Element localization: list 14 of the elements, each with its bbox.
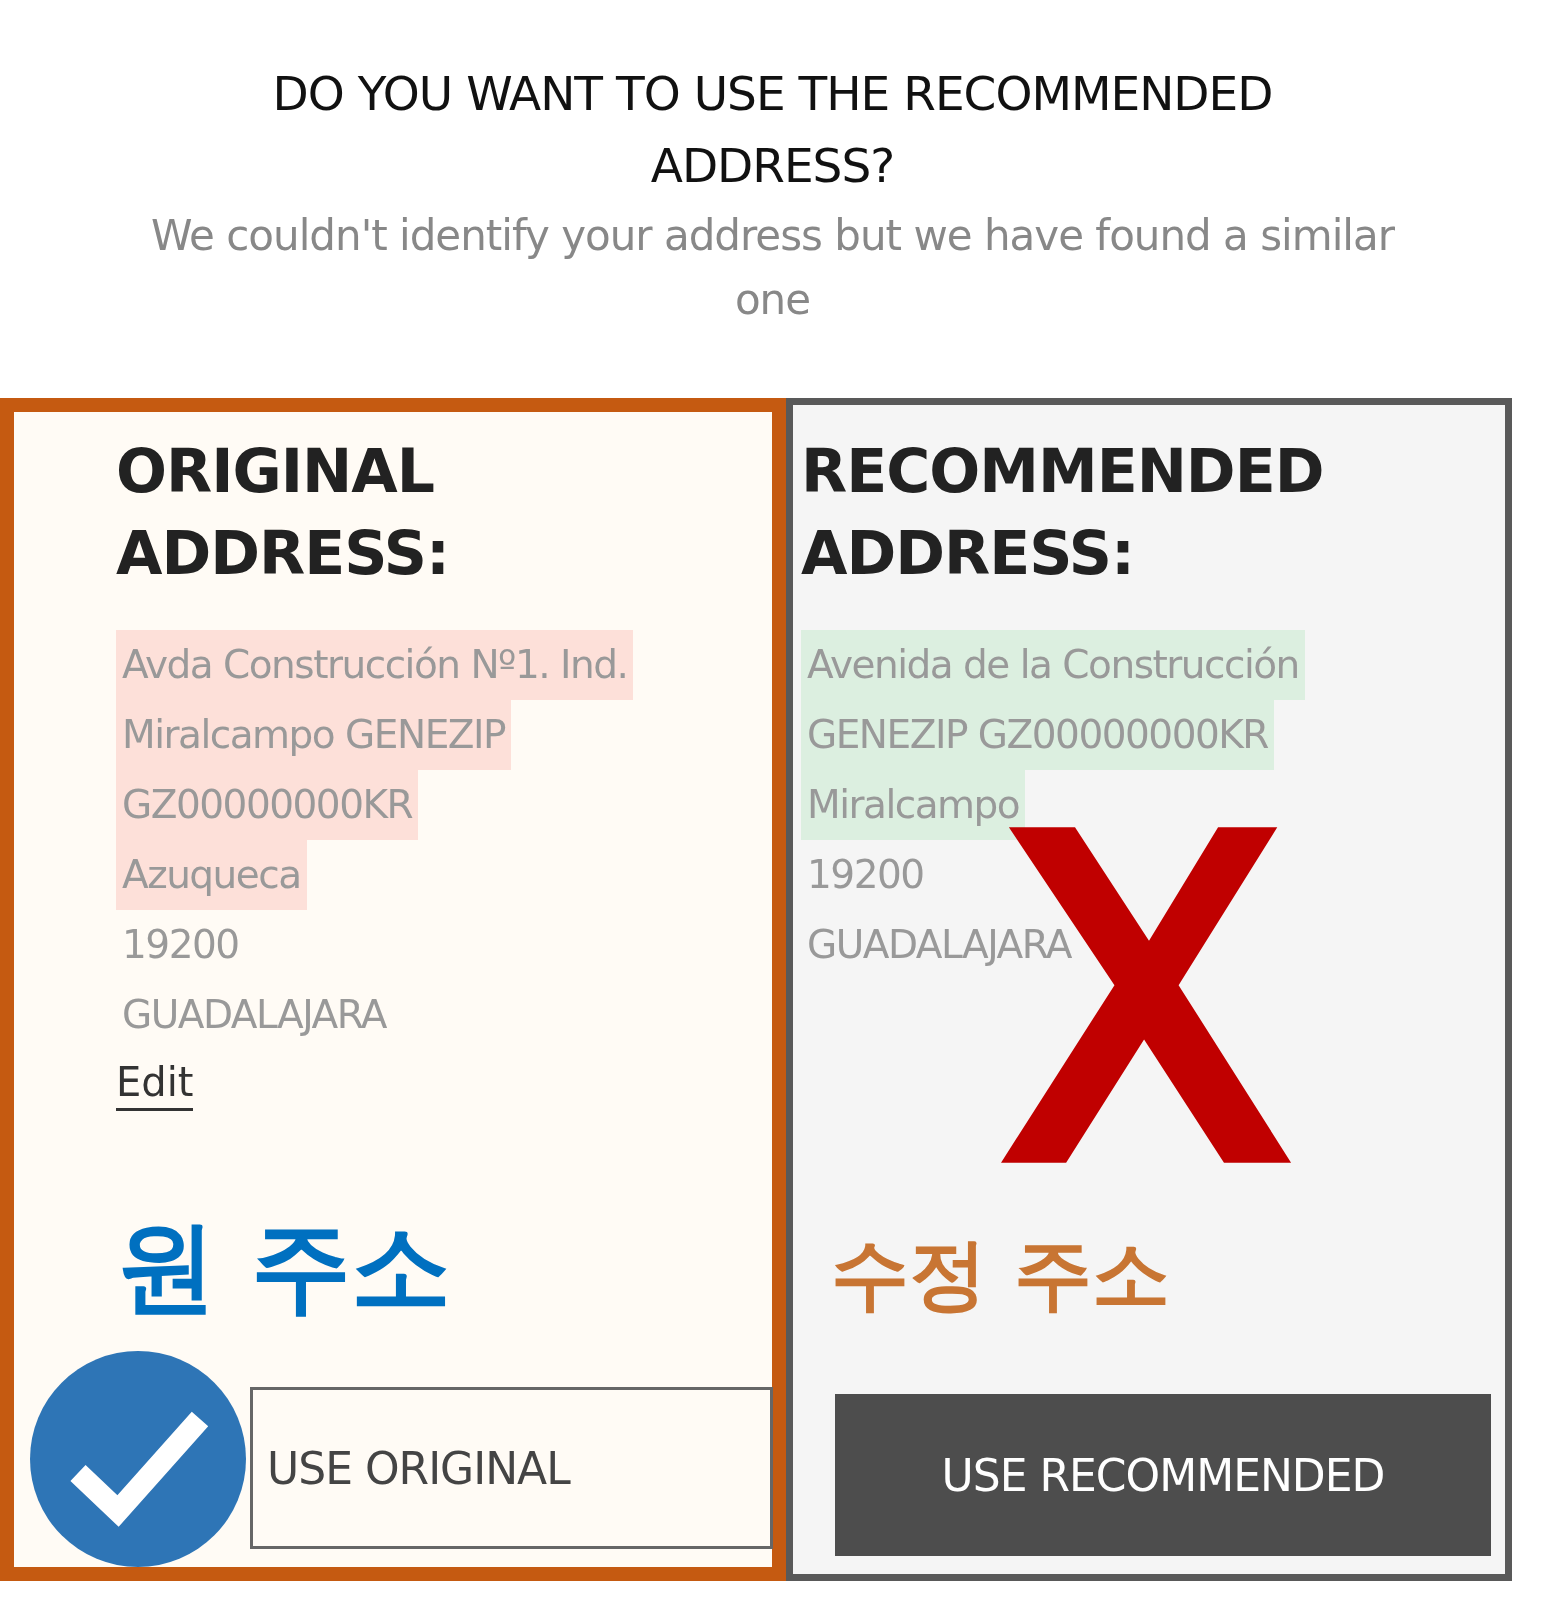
dialog-subtitle: We couldn't identify your address but we have found a similar one	[150, 210, 1396, 326]
card-heading: RECOMMENDED ADDRESS:	[801, 435, 1325, 590]
address-line: 19200	[806, 851, 925, 899]
annotation-label: 원 주소	[116, 1207, 452, 1327]
use-address-button[interactable]: USE ORIGINAL	[250, 1387, 773, 1549]
annotation-label: 수정 주소	[831, 1228, 1172, 1321]
card-heading: ORIGINAL ADDRESS:	[116, 435, 450, 590]
address-line: GUADALAJARA	[806, 921, 1073, 969]
address-line: GUADALAJARA	[121, 991, 388, 1039]
checkmark-icon	[30, 1351, 246, 1567]
address-line: 19200	[121, 921, 240, 969]
dialog-title: DO YOU WANT TO USE THE RECOMMENDED ADDRESS?	[271, 65, 1274, 195]
use-address-button[interactable]: USE RECOMMENDED	[835, 1394, 1491, 1556]
edit-link[interactable]: Edit	[116, 1056, 194, 1111]
